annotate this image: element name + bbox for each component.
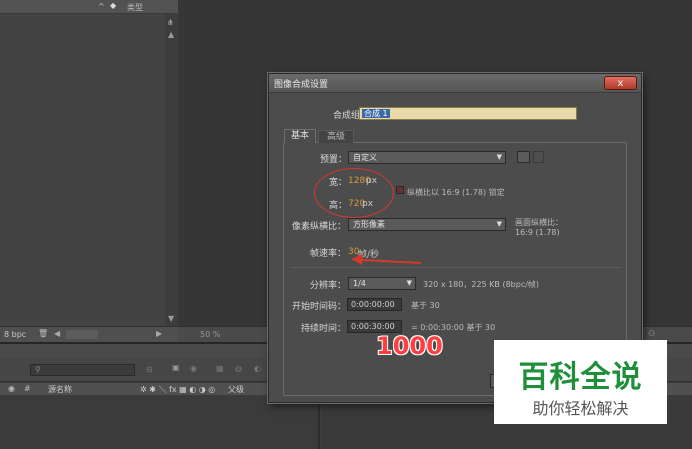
label-icon[interactable]: # [24,384,31,393]
scroll-up-icon[interactable]: ▲ [168,30,174,39]
lock-ratio-label: 纵横比以 16:9 (1.78) 锁定 [407,188,505,197]
delete-preset-icon[interactable] [533,151,544,163]
annotation-number: 1000 [376,332,443,360]
timeline-layers[interactable] [0,395,320,449]
project-footer: 8 bpc 🗑 ◀ ▶ [0,326,178,342]
pixel-aspect-label: 像素纵横比： [292,222,347,232]
resolution-select[interactable]: 1/4 ▼ [348,277,416,290]
comp-name-input[interactable]: 合成 1 [359,107,577,120]
start-timecode-note: 基于 30 [411,301,440,310]
project-list[interactable] [0,14,165,326]
network-icon[interactable]: ⚇ [648,329,655,338]
draft-3d-icon[interactable]: ▣ [172,363,180,372]
tab-basic[interactable]: 基本 [284,129,316,143]
flow-icon[interactable]: ⋔ [167,18,174,27]
watermark-logo: 百科全说 助你轻松解决 [494,340,667,424]
resolution-label: 分辨率： [310,281,347,291]
dialog-title: 图像合成设置 [274,80,329,90]
save-preset-icon[interactable] [517,151,530,163]
timeline-search-input[interactable]: ⚲ [30,364,135,376]
chevron-down-icon: ▼ [496,220,502,228]
comp-name-value: 合成 1 [362,109,390,118]
pixel-aspect-value: 方形像素 [353,220,385,229]
trash-icon[interactable]: 🗑 [38,329,48,338]
fps-label: 帧速率： [310,249,347,259]
bpc-label[interactable]: 8 bpc [4,330,26,339]
search-icon: ⚲ [35,365,41,374]
frame-aspect-value: 16:9 (1.78) [515,228,560,237]
switches-icons[interactable]: ✲ ✱ ＼ fx ▦ ◐ ◑ ◎ [140,384,215,395]
column-type-label[interactable]: 类型 [127,2,143,13]
h-scroll-thumb[interactable] [66,330,98,339]
close-button[interactable]: x [604,76,637,90]
duration-label: 持续时间： [301,324,347,334]
motion-blur-icon[interactable]: ◍ [235,364,242,373]
project-panel-header: ^ ◆ 类型 [0,0,178,14]
resolution-info: 320 x 180，225 KB (8bpc/帧) [423,280,540,289]
dialog-titlebar[interactable]: 图像合成设置 x [269,74,641,93]
zoom-level[interactable]: 50 % [200,330,220,339]
annotation-arrow [351,254,422,265]
start-timecode-input[interactable]: 0:00:00:00 [347,298,402,311]
preset-select[interactable]: 自定义 ▼ [348,151,506,164]
separator [291,267,621,268]
resolution-value: 1/4 [353,279,366,288]
watermark-main: 百科全说 [518,360,643,395]
frame-aspect-label: 画面纵横比： [515,218,563,227]
eye-icon[interactable]: ◉ [8,384,15,393]
preset-label: 预置： [320,155,348,165]
annotation-ellipse [314,168,394,218]
frame-blend-icon[interactable]: ▦ [216,364,224,373]
shy-icon[interactable]: ◉ [190,364,197,373]
comp-mini-icon[interactable]: ⊟ [146,365,153,374]
chevron-down-icon: ▼ [406,279,412,287]
watermark-sub: 助你轻松解决 [532,399,629,418]
sort-up-icon[interactable]: ^ [98,2,105,11]
pixel-aspect-select[interactable]: 方形像素 ▼ [348,218,506,231]
lock-ratio-checkbox[interactable] [396,186,404,194]
scroll-down-icon[interactable]: ▼ [168,314,174,323]
project-scrollbar[interactable]: ⋔ ▲ ▼ [165,14,178,326]
source-name-column[interactable]: 源名称 [48,384,72,395]
graph-editor-icon[interactable]: ◐ [254,364,261,373]
chevron-down-icon: ▼ [496,153,502,161]
tab-advanced[interactable]: 高级 [318,130,354,143]
tag-icon[interactable]: ◆ [110,1,116,10]
parent-column[interactable]: 父级 [228,384,244,395]
scroll-left-icon[interactable]: ◀ [54,329,60,338]
scroll-right-icon[interactable]: ▶ [156,329,162,338]
start-timecode-label: 开始时间码： [292,302,347,312]
preset-value: 自定义 [353,153,377,162]
